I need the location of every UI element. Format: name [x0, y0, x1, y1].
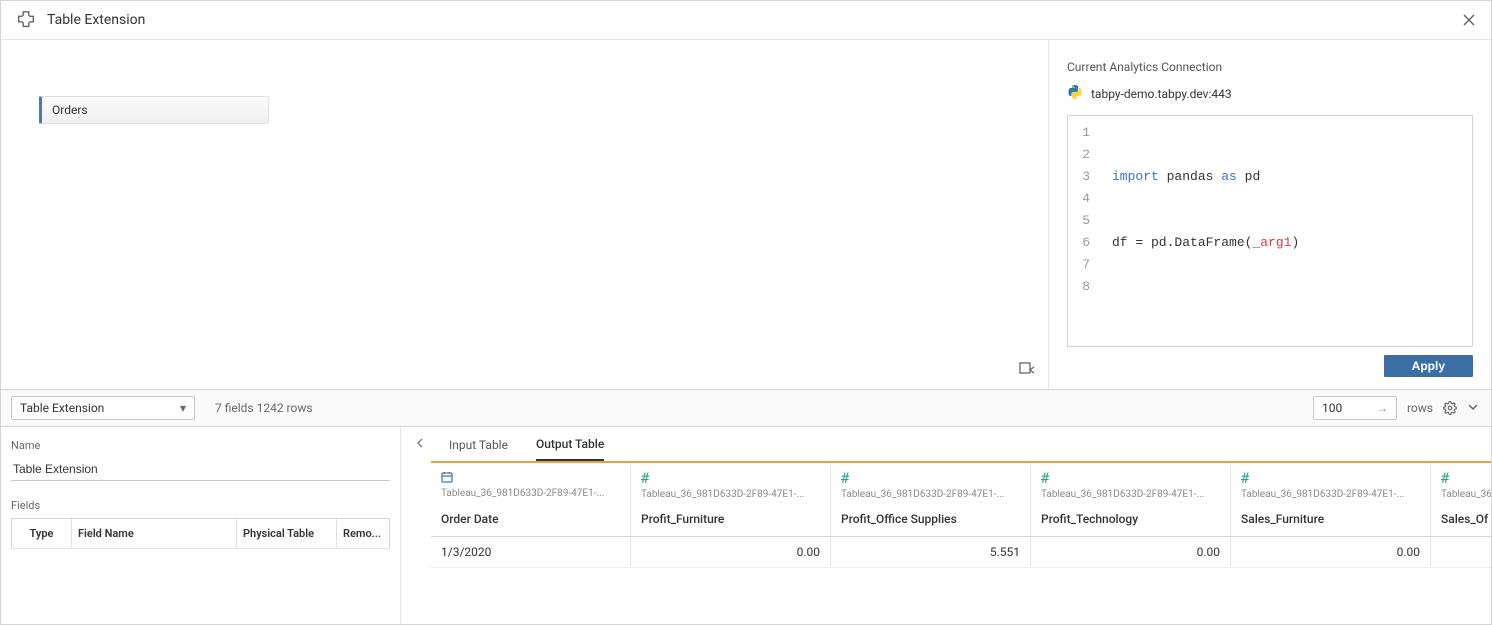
metadata-panel: Name Fields Type Field Name Physical Tab… — [1, 427, 401, 624]
script-panel: Current Analytics Connection tabpy-demo.… — [1049, 40, 1491, 389]
chevron-down-icon[interactable] — [1467, 401, 1481, 415]
cell: 0.00 — [631, 537, 831, 567]
fields-summary: 7 fields 1242 rows — [215, 401, 313, 415]
preview-tabs: Input Table Output Table — [401, 427, 1491, 461]
col-physical-table[interactable]: Physical Table — [237, 519, 337, 548]
grid-header-meta: Tableau_36_981D633D-2F89-47E1-... # Tabl… — [431, 463, 1491, 506]
grid-header-names: Order Date Profit_Furniture Profit_Offic… — [431, 506, 1491, 537]
preview-panel: Input Table Output Table Tableau_36_981D… — [401, 427, 1491, 624]
cell: 1/3/2020 — [431, 537, 631, 567]
titlebar: Table Extension — [1, 1, 1491, 40]
extension-icon — [15, 9, 37, 31]
dropdown-value: Table Extension — [20, 401, 104, 415]
source-label: Tableau_36_981D633D-2F89-47E1-... — [1241, 489, 1420, 500]
table-extension-window: Table Extension Orders Current Analytics… — [0, 0, 1492, 625]
code-content[interactable]: import pandas as pd df = pd.DataFrame(_a… — [1100, 116, 1472, 346]
python-icon — [1067, 84, 1083, 103]
col-header[interactable]: Sales_Of — [1431, 506, 1491, 536]
code-editor[interactable]: 1 2 3 4 5 6 7 8 import pandas as pd df =… — [1067, 115, 1473, 347]
chevron-left-icon[interactable] — [415, 437, 425, 452]
bottom-area: Name Fields Type Field Name Physical Tab… — [1, 427, 1491, 624]
number-type-icon: # — [641, 471, 649, 487]
rows-label: rows — [1407, 401, 1433, 415]
cell: 0.00 — [1031, 537, 1231, 567]
date-type-icon — [441, 473, 453, 486]
source-label: Tableau_36_981D633D-2F89-47E1-... — [641, 489, 820, 500]
number-type-icon: # — [1041, 471, 1049, 487]
col-header[interactable]: Profit_Furniture — [631, 506, 831, 536]
fields-label: Fields — [11, 499, 390, 512]
col-header[interactable]: Profit_Office Supplies — [831, 506, 1031, 536]
cell: 0.00 — [1231, 537, 1431, 567]
col-remote[interactable]: Remo... — [337, 519, 389, 548]
col-header[interactable]: Order Date — [431, 506, 631, 536]
tab-input-table[interactable]: Input Table — [449, 438, 508, 460]
number-type-icon: # — [1441, 471, 1449, 487]
editor-area: Orders Current Analytics Connection tabp… — [1, 40, 1491, 390]
fields-table: Type Field Name Physical Table Remo... — [11, 518, 390, 549]
source-label: Tableau_36 — [1441, 489, 1491, 500]
data-source-pill[interactable]: Orders — [39, 96, 269, 124]
name-input[interactable] — [11, 458, 390, 481]
source-label: Tableau_36_981D633D-2F89-47E1-... — [441, 488, 620, 499]
table-row[interactable]: 1/3/2020 0.00 5.551 0.00 0.00 — [431, 537, 1491, 568]
cell: 5.551 — [831, 537, 1031, 567]
fields-table-header: Type Field Name Physical Table Remo... — [12, 519, 389, 549]
col-header[interactable]: Sales_Furniture — [1231, 506, 1431, 536]
canvas-panel[interactable]: Orders — [1, 40, 1049, 389]
pill-label: Orders — [52, 103, 88, 117]
connection-row: tabpy-demo.tabpy.dev:443 — [1067, 84, 1473, 103]
chevron-down-icon: ▾ — [180, 401, 186, 415]
window-title: Table Extension — [47, 12, 145, 28]
number-type-icon: # — [841, 471, 849, 487]
data-flow-icon — [1018, 361, 1036, 379]
apply-button[interactable]: Apply — [1384, 355, 1473, 377]
preview-toolbar: Table Extension ▾ 7 fields 1242 rows 100… — [1, 390, 1491, 427]
source-label: Tableau_36_981D633D-2F89-47E1-... — [1041, 489, 1220, 500]
connection-value: tabpy-demo.tabpy.dev:443 — [1091, 87, 1232, 101]
arrow-right-icon: → — [1376, 401, 1388, 415]
rows-value: 100 — [1322, 401, 1342, 415]
col-header[interactable]: Profit_Technology — [1031, 506, 1231, 536]
col-type[interactable]: Type — [12, 519, 72, 548]
close-icon[interactable] — [1461, 12, 1477, 28]
gear-icon[interactable] — [1443, 401, 1457, 415]
data-grid[interactable]: Tableau_36_981D633D-2F89-47E1-... # Tabl… — [431, 461, 1491, 568]
number-type-icon: # — [1241, 471, 1249, 487]
code-gutter: 1 2 3 4 5 6 7 8 — [1068, 116, 1100, 346]
source-label: Tableau_36_981D633D-2F89-47E1-... — [841, 489, 1020, 500]
table-select-dropdown[interactable]: Table Extension ▾ — [11, 396, 195, 420]
cell — [1431, 537, 1491, 567]
tab-output-table[interactable]: Output Table — [536, 437, 604, 461]
col-field-name[interactable]: Field Name — [72, 519, 237, 548]
connection-label: Current Analytics Connection — [1067, 60, 1473, 74]
rows-limit-input[interactable]: 100 → — [1313, 396, 1397, 420]
name-label: Name — [11, 439, 390, 452]
